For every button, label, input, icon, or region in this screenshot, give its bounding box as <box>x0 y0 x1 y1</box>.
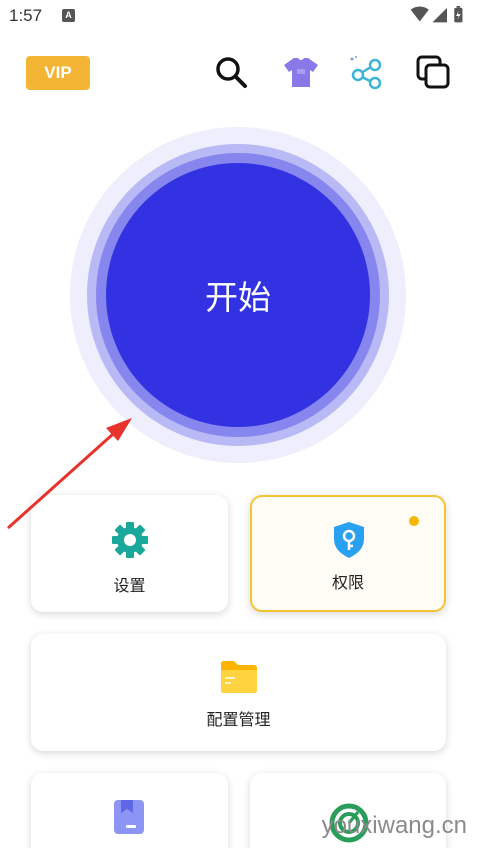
notification-dot <box>409 516 419 526</box>
notification-badge-icon: A <box>62 9 75 22</box>
vip-button[interactable]: VIP <box>26 56 90 90</box>
start-button[interactable]: 开始 <box>106 163 370 427</box>
bookmark-book-icon <box>114 800 144 834</box>
settings-label: 设置 <box>113 576 146 595</box>
copy-icon[interactable] <box>415 54 451 90</box>
annotation-arrow-icon <box>6 418 132 530</box>
search-icon[interactable] <box>213 54 249 90</box>
watermark: youxiwang.cn <box>321 812 467 839</box>
signal-icon <box>432 7 447 23</box>
config-management-label: 配置管理 <box>206 710 271 729</box>
status-icons <box>410 6 463 23</box>
folder-icon <box>221 661 257 693</box>
config-management-card[interactable]: 配置管理 <box>31 634 446 751</box>
status-time: 1:57 <box>9 6 43 25</box>
tshirt-icon[interactable] <box>283 54 319 90</box>
status-bar: 1:57 A <box>0 0 477 32</box>
permissions-card[interactable]: 权限 <box>250 495 446 612</box>
permissions-label: 权限 <box>331 573 364 592</box>
share-icon[interactable] <box>349 54 385 90</box>
shield-key-icon <box>334 522 364 558</box>
bookmark-card[interactable] <box>31 773 228 848</box>
wifi-icon <box>410 6 429 22</box>
